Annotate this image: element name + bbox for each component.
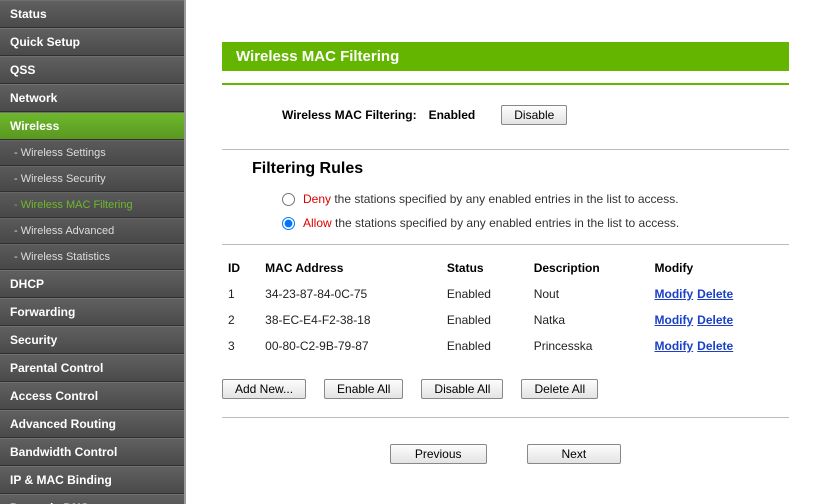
cell-status: Enabled [441,333,528,359]
delete-link[interactable]: Delete [697,313,733,327]
nav-network[interactable]: Network [0,84,184,112]
nav-dynamic-dns[interactable]: Dynamic DNS [0,494,184,504]
th-modify: Modify [649,255,790,281]
delete-link[interactable]: Delete [697,287,733,301]
rule-deny-row: Deny the stations specified by any enabl… [282,192,789,206]
th-desc: Description [528,255,649,281]
status-label: Wireless MAC Filtering: [282,108,417,122]
status-value: Enabled [429,108,476,122]
cell-desc: Princesska [528,333,649,359]
modify-link[interactable]: Modify [655,313,694,327]
cell-modify: ModifyDelete [649,333,790,359]
rule-allow-row: Allow the stations specified by any enab… [282,216,789,230]
nav-wireless-statistics[interactable]: - Wireless Statistics [0,244,184,270]
nav-bandwidth-control[interactable]: Bandwidth Control [0,438,184,466]
status-row: Wireless MAC Filtering: Enabled Disable [282,105,789,125]
previous-button[interactable]: Previous [390,444,487,464]
next-button[interactable]: Next [527,444,622,464]
divider [222,83,789,85]
th-status: Status [441,255,528,281]
cell-mac: 34-23-87-84-0C-75 [259,281,441,307]
sidebar: Status Quick Setup QSS Network Wireless … [0,0,186,504]
rule-deny-label: Deny the stations specified by any enabl… [303,192,679,206]
rule-deny-radio[interactable] [282,193,295,206]
nav-quick-setup[interactable]: Quick Setup [0,28,184,56]
nav-wireless-advanced[interactable]: - Wireless Advanced [0,218,184,244]
entries-table: ID MAC Address Status Description Modify… [222,255,789,359]
table-row: 238-EC-E4-F2-38-18EnabledNatkaModifyDele… [222,307,789,333]
nav-forwarding[interactable]: Forwarding [0,298,184,326]
cell-mac: 38-EC-E4-F2-38-18 [259,307,441,333]
delete-link[interactable]: Delete [697,339,733,353]
nav-security[interactable]: Security [0,326,184,354]
nav-wireless-settings[interactable]: - Wireless Settings [0,140,184,166]
pager: Previous Next [222,444,789,464]
cell-id: 3 [222,333,259,359]
cell-modify: ModifyDelete [649,281,790,307]
divider-thin [222,417,789,418]
nav-dhcp[interactable]: DHCP [0,270,184,298]
nav-qss[interactable]: QSS [0,56,184,84]
nav-ip-mac-binding[interactable]: IP & MAC Binding [0,466,184,494]
rule-allow-radio[interactable] [282,217,295,230]
table-row: 300-80-C2-9B-79-87EnabledPrincesskaModif… [222,333,789,359]
cell-status: Enabled [441,307,528,333]
rules-title: Filtering Rules [252,160,789,178]
disable-all-button[interactable]: Disable All [421,379,503,399]
divider-thin [222,149,789,150]
cell-status: Enabled [441,281,528,307]
th-id: ID [222,255,259,281]
cell-id: 2 [222,307,259,333]
enable-all-button[interactable]: Enable All [324,379,403,399]
cell-desc: Nout [528,281,649,307]
cell-mac: 00-80-C2-9B-79-87 [259,333,441,359]
table-header-row: ID MAC Address Status Description Modify [222,255,789,281]
divider-thin [222,244,789,245]
nav-access-control[interactable]: Access Control [0,382,184,410]
add-new-button[interactable]: Add New... [222,379,306,399]
main-content: Wireless MAC Filtering Wireless MAC Filt… [186,0,825,504]
action-row: Add New... Enable All Disable All Delete… [222,379,789,399]
modify-link[interactable]: Modify [655,287,694,301]
disable-button[interactable]: Disable [501,105,567,125]
page-title: Wireless MAC Filtering [222,42,789,71]
cell-id: 1 [222,281,259,307]
th-mac: MAC Address [259,255,441,281]
nav-wireless-security[interactable]: - Wireless Security [0,166,184,192]
modify-link[interactable]: Modify [655,339,694,353]
nav-advanced-routing[interactable]: Advanced Routing [0,410,184,438]
table-row: 134-23-87-84-0C-75EnabledNoutModifyDelet… [222,281,789,307]
cell-modify: ModifyDelete [649,307,790,333]
nav-wireless[interactable]: Wireless [0,112,184,140]
nav-wireless-mac-filtering[interactable]: - Wireless MAC Filtering [0,192,184,218]
nav-status[interactable]: Status [0,0,184,28]
cell-desc: Natka [528,307,649,333]
nav-parental-control[interactable]: Parental Control [0,354,184,382]
delete-all-button[interactable]: Delete All [521,379,598,399]
rule-allow-label: Allow the stations specified by any enab… [303,216,679,230]
